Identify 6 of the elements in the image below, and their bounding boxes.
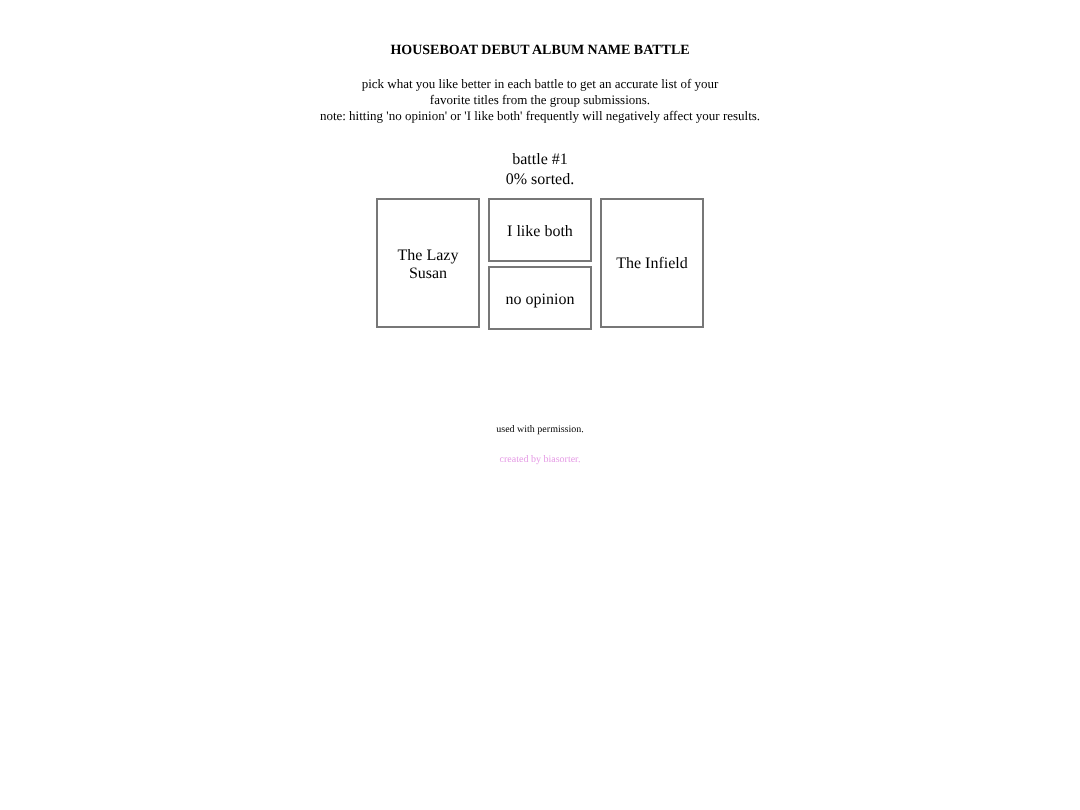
right-choice-button[interactable]: The Infield (600, 198, 704, 328)
left-choice-button[interactable]: The Lazy Susan (376, 198, 480, 328)
battle-number: battle #1 (512, 150, 568, 170)
no-opinion-button[interactable]: no opinion (488, 266, 592, 330)
progress-text: 0% sorted. (505, 170, 575, 190)
tie-button[interactable]: I like both (488, 198, 592, 262)
